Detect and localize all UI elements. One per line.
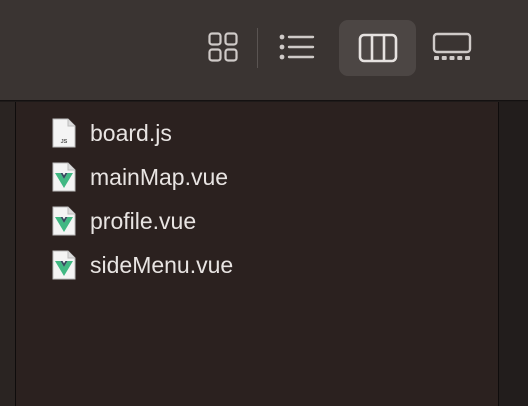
file-name: board.js	[90, 119, 172, 146]
previous-column	[0, 102, 15, 406]
js-file-icon: JS	[52, 118, 76, 148]
list-view-button[interactable]	[270, 22, 324, 72]
file-item-board-js[interactable]: JS board.js	[52, 115, 172, 151]
next-column	[499, 102, 528, 406]
file-name: mainMap.vue	[90, 163, 229, 190]
vue-file-icon	[52, 250, 76, 280]
gallery-view-button[interactable]	[426, 22, 478, 72]
vue-file-icon	[52, 206, 76, 236]
grid-view-button[interactable]	[196, 22, 250, 72]
toolbar-divider	[257, 28, 258, 68]
gallery-view-icon	[432, 32, 472, 60]
file-name: sideMenu.vue	[90, 251, 234, 278]
list-view-icon	[279, 34, 315, 60]
finder-toolbar	[0, 0, 528, 101]
file-name: profile.vue	[90, 207, 197, 234]
column-view-button[interactable]	[339, 20, 416, 76]
file-item-sidemenu-vue[interactable]: sideMenu.vue	[52, 247, 233, 283]
vue-file-icon	[52, 162, 76, 192]
grid-view-icon	[208, 32, 238, 62]
column-view-icon	[358, 33, 397, 63]
js-badge: JS	[61, 139, 68, 145]
file-item-mainmap-vue[interactable]: mainMap.vue	[52, 159, 228, 195]
file-item-profile-vue[interactable]: profile.vue	[52, 203, 196, 239]
